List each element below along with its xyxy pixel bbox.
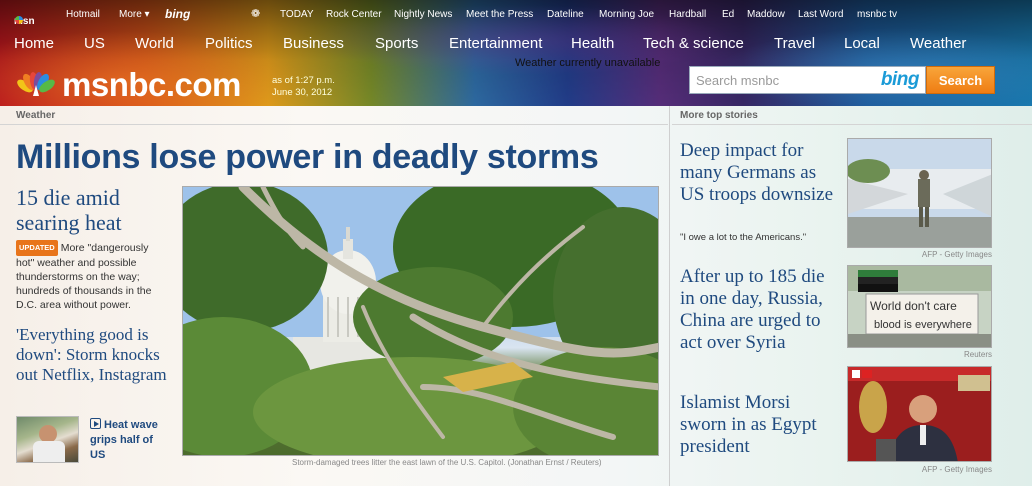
topbar-link-dateline[interactable]: Dateline [547, 9, 584, 20]
nav-tech-science[interactable]: Tech & science [643, 35, 744, 52]
protest-photo: World don't care blood is everywhere [848, 266, 991, 347]
nav-world[interactable]: World [135, 35, 174, 52]
search-input[interactable] [690, 67, 860, 93]
soldier-photo [848, 139, 991, 247]
topbar-link-msnbc-tv[interactable]: msnbc tv [857, 9, 897, 20]
main-nav: Home US World Politics Business Sports E… [0, 35, 1032, 59]
bing-link[interactable]: bing [165, 7, 190, 21]
topbar-link-today[interactable]: TODAY [280, 9, 314, 20]
photo-caption: Storm-damaged trees litter the east lawn… [292, 458, 602, 467]
topbar-link-rock-center[interactable]: Rock Center [326, 9, 382, 20]
photo-credit: AFP - Getty Images [921, 465, 992, 474]
video-thumbnail[interactable] [16, 416, 79, 463]
topbar-link-hardball[interactable]: Hardball [669, 9, 706, 20]
search-button[interactable]: Search [926, 66, 995, 94]
topbar-link-morning-joe[interactable]: Morning Joe [599, 9, 654, 20]
nav-home[interactable]: Home [14, 35, 54, 52]
sign-text-line2: blood is everywhere [874, 319, 972, 331]
nav-us[interactable]: US [84, 35, 105, 52]
nav-local[interactable]: Local [844, 35, 880, 52]
story-egypt-morsi[interactable]: Islamist Morsi sworn in as Egypt preside… [680, 392, 840, 458]
nav-entertainment[interactable]: Entertainment [449, 35, 542, 52]
topbar-link-ed[interactable]: Ed [722, 9, 734, 20]
column-divider [669, 106, 670, 486]
lead-headline[interactable]: Millions lose power in deadly storms [16, 138, 599, 177]
play-icon [90, 418, 101, 429]
nav-travel[interactable]: Travel [774, 35, 815, 52]
topbar-link-maddow[interactable]: Maddow [747, 9, 785, 20]
nbc-peacock-icon: ❁ [251, 8, 261, 20]
capitol-storm-photo [183, 187, 658, 455]
story-image-morsi[interactable] [847, 366, 992, 462]
section-label-more-top-stories: More top stories [672, 107, 1032, 125]
bing-logo: bing [880, 69, 920, 90]
sign-text-line1: World don't care [870, 299, 957, 313]
timestamp: as of 1:27 p.m. June 30, 2012 [272, 75, 335, 99]
nav-weather[interactable]: Weather [910, 35, 966, 52]
weather-status: Weather currently unavailable [515, 57, 661, 69]
photo-credit: Reuters [963, 350, 992, 359]
story-image-soldier[interactable] [847, 138, 992, 248]
timestamp-date: June 30, 2012 [272, 87, 333, 98]
more-menu[interactable]: More ▾ [119, 9, 150, 20]
lead-photo[interactable] [182, 186, 659, 456]
sub-story-title[interactable]: 15 die amid searing heat [16, 185, 176, 235]
timestamp-time: as of 1:27 p.m. [272, 75, 335, 86]
site-name: msnbc.com [62, 66, 241, 103]
sub-story-summary: UPDATED More "dangerously hot" weather an… [16, 240, 168, 312]
related-story-link[interactable]: 'Everything good is down': Storm knocks … [16, 325, 176, 385]
topbar-link-meet-the-press[interactable]: Meet the Press [466, 9, 533, 20]
photo-credit: AFP - Getty Images [921, 250, 992, 259]
updated-badge: UPDATED [16, 240, 58, 256]
nav-business[interactable]: Business [283, 35, 344, 52]
morsi-photo [848, 367, 991, 461]
topbar-link-last-word[interactable]: Last Word [798, 9, 843, 20]
story-syria[interactable]: After up to 185 die in one day, Russia, … [680, 266, 840, 354]
story-image-protest[interactable]: World don't care blood is everywhere [847, 265, 992, 348]
video-link[interactable]: Heat wave grips half of US [90, 418, 170, 463]
story-quote: "I owe a lot to the Americans." [680, 232, 807, 243]
story-germans-troops[interactable]: Deep impact for many Germans as US troop… [680, 140, 840, 206]
topbar-link-nightly-news[interactable]: Nightly News [394, 9, 452, 20]
nbc-peacock-logo-icon [17, 72, 55, 96]
top-bar: msn Hotmail More ▾ bing ❁ TODAY Rock Cen… [0, 0, 1032, 28]
hotmail-link[interactable]: Hotmail [66, 9, 100, 20]
section-label-weather[interactable]: Weather [0, 107, 668, 125]
nav-health[interactable]: Health [571, 35, 614, 52]
nav-sports[interactable]: Sports [375, 35, 418, 52]
search-box: bing [689, 66, 926, 94]
msn-butterfly-icon [15, 16, 23, 24]
nav-politics[interactable]: Politics [205, 35, 253, 52]
